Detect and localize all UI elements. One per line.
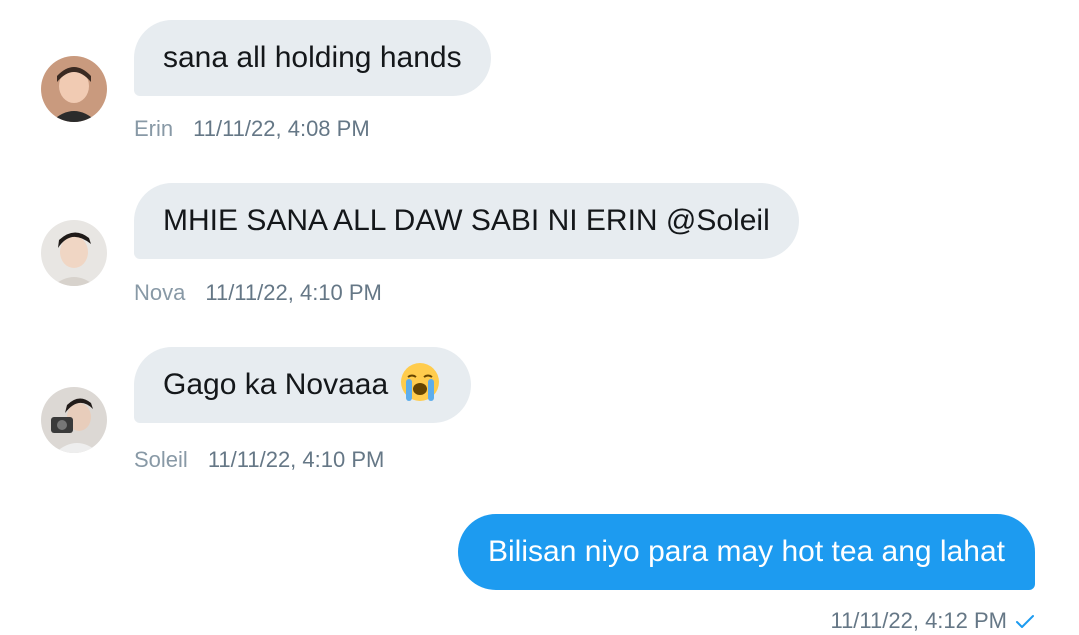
message-meta: Erin 11/11/22, 4:08 PM	[134, 116, 370, 142]
message-meta: Nova 11/11/22, 4:10 PM	[134, 280, 382, 306]
message-text: Bilisan niyo para may hot tea ang lahat	[488, 535, 1005, 568]
sender-name[interactable]: Nova	[134, 280, 185, 305]
avatar-erin-image	[41, 56, 107, 122]
message-meta: Soleil 11/11/22, 4:10 PM	[134, 447, 384, 473]
message-timestamp: 11/11/22, 4:12 PM	[830, 608, 1007, 633]
message-timestamp: 11/11/22, 4:10 PM	[205, 280, 382, 305]
message-text: MHIE SANA ALL DAW SABI NI ERIN @Soleil	[163, 204, 770, 237]
avatar-soleil[interactable]	[41, 387, 107, 453]
message-text: Gago ka Novaaa	[163, 368, 389, 401]
message-bubble[interactable]: Gago ka Novaaa	[134, 347, 472, 423]
message-bubble[interactable]: sana all holding hands	[134, 20, 491, 96]
sender-name[interactable]: Erin	[134, 116, 173, 141]
message-timestamp: 11/11/22, 4:10 PM	[207, 447, 385, 472]
message-timestamp: 11/11/22, 4:08 PM	[193, 116, 370, 141]
avatar-nova[interactable]	[41, 220, 107, 286]
message-text: sana all holding hands	[163, 41, 462, 74]
avatar-nova-image	[41, 220, 107, 286]
message-bubble[interactable]: MHIE SANA ALL DAW SABI NI ERIN @Soleil	[134, 183, 799, 259]
avatar-erin[interactable]	[41, 56, 107, 122]
message-bubble-outgoing[interactable]: Bilisan niyo para may hot tea ang lahat	[458, 514, 1035, 590]
sender-name[interactable]: Soleil	[134, 447, 188, 472]
avatar-soleil-image	[41, 387, 107, 453]
message-meta-outgoing: 11/11/22, 4:12 PM	[830, 608, 1035, 634]
chat-thread: sana all holding hands Erin 11/11/22, 4:0…	[0, 0, 1079, 635]
sent-check-icon	[1016, 615, 1034, 628]
loudly-crying-face-icon	[401, 363, 440, 401]
